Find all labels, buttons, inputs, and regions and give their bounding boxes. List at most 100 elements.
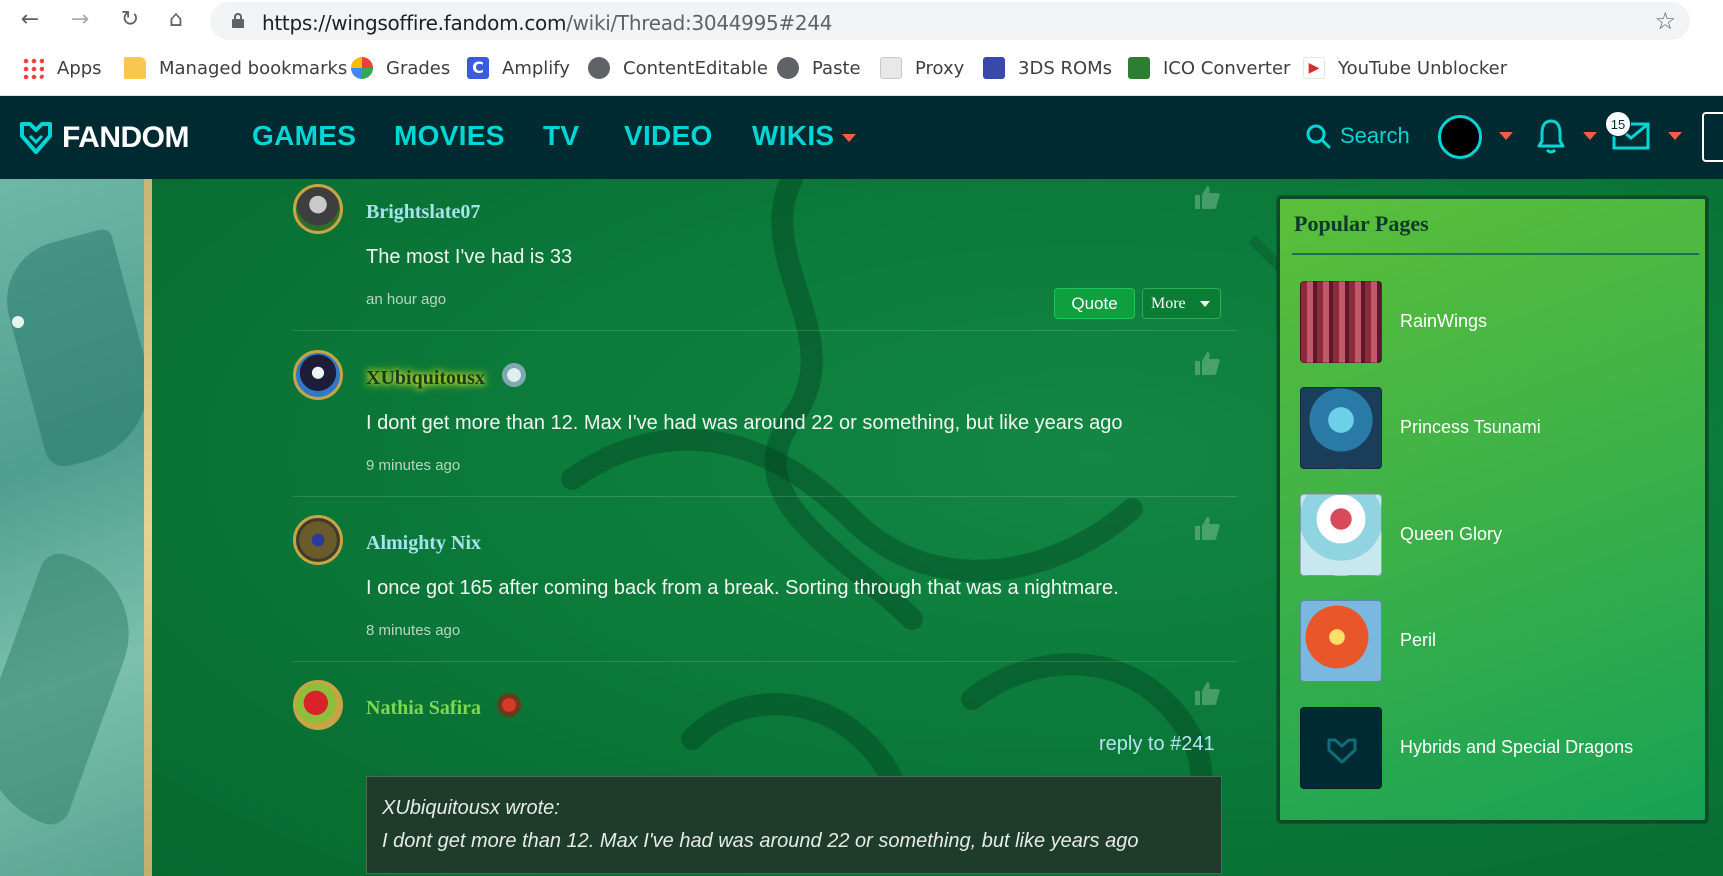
logo-text: FANDOM — [62, 121, 190, 154]
more-button[interactable]: More — [1142, 288, 1221, 319]
wiki-background-art — [0, 179, 167, 876]
page-thumbnail[interactable] — [1300, 494, 1382, 576]
url-text[interactable]: https://wingsoffire.fandom.com/wiki/Thre… — [262, 11, 833, 35]
browser-toolbar: ← → ↻ ⌂ https://wingsoffire.fandom.com/w… — [0, 0, 1723, 40]
create-button[interactable] — [1702, 112, 1723, 162]
thread-reply: Almighty Nix I once got 165 after coming… — [293, 515, 1237, 665]
quote-author: XUbiquitousx wrote: — [382, 797, 560, 819]
ico-converter-icon — [1128, 57, 1150, 79]
page-thumbnail[interactable] — [1300, 281, 1382, 363]
bookmark-proxy[interactable]: Proxy — [880, 54, 964, 82]
reply-author[interactable]: XUbiquitousx — [366, 367, 485, 390]
roms-icon — [983, 57, 1005, 79]
search-icon — [1306, 124, 1331, 149]
avatar[interactable] — [293, 184, 343, 234]
popular-page-item[interactable]: Hybrids and Special Dragons — [1300, 707, 1695, 791]
bookmark-youtube-unblocker[interactable]: ▶ YouTube Unblocker — [1303, 54, 1507, 82]
page-link[interactable]: Hybrids and Special Dragons — [1400, 737, 1633, 758]
popular-page-item[interactable]: Princess Tsunami — [1300, 387, 1695, 471]
reply-timestamp[interactable]: an hour ago — [366, 291, 446, 308]
bell-icon[interactable] — [1536, 117, 1566, 157]
chevron-down-icon — [842, 133, 857, 142]
bookmark-3ds-roms[interactable]: 3DS ROMs — [983, 54, 1112, 82]
fandom-global-nav: FANDOM GAMES MOVIES TV VIDEO WIKIS Searc… — [0, 96, 1723, 179]
proxy-icon — [880, 57, 902, 79]
popular-page-item[interactable]: RainWings — [1300, 281, 1695, 365]
bookmark-amplify[interactable]: C Amplify — [467, 54, 570, 82]
reload-button[interactable]: ↻ — [116, 6, 144, 34]
nav-tv[interactable]: TV — [543, 120, 579, 152]
popular-page-item[interactable]: Peril — [1300, 600, 1695, 684]
reply-timestamp[interactable]: 8 minutes ago — [366, 622, 460, 639]
nav-movies[interactable]: MOVIES — [394, 120, 505, 152]
reply-text: I dont get more than 12. Max I've had wa… — [366, 412, 1123, 434]
lock-icon — [232, 13, 244, 28]
nav-wikis-label: WIKIS — [752, 120, 835, 151]
thumbs-up-icon[interactable] — [1193, 515, 1221, 541]
bookmark-star-icon[interactable]: ☆ — [1654, 7, 1676, 35]
grades-icon — [351, 57, 373, 79]
messages-chevron-icon[interactable] — [1668, 132, 1682, 140]
page-thumbnail[interactable] — [1300, 387, 1382, 469]
fandom-heart-icon — [20, 122, 52, 154]
bookmark-label: ICO Converter — [1163, 57, 1291, 79]
avatar[interactable] — [293, 350, 343, 400]
user-avatar[interactable] — [1438, 115, 1482, 159]
page-link[interactable]: Peril — [1400, 630, 1436, 651]
quote-button[interactable]: Quote — [1054, 288, 1135, 319]
page-thumbnail[interactable] — [1300, 600, 1382, 682]
apps-grid-icon — [22, 57, 44, 79]
bookmark-contenteditable[interactable]: ContentEditable — [588, 54, 768, 82]
bookmark-label: 3DS ROMs — [1018, 57, 1113, 79]
reply-author[interactable]: Brightslate07 — [366, 201, 480, 224]
bookmark-paste[interactable]: Paste — [777, 54, 861, 82]
bookmark-label: Paste — [812, 57, 861, 79]
thumbs-up-icon[interactable] — [1193, 350, 1221, 376]
search-button[interactable]: Search — [1304, 122, 1410, 150]
bookmark-label: Proxy — [915, 57, 965, 79]
fandom-logo[interactable]: FANDOM — [16, 118, 190, 158]
bookmark-label: YouTube Unblocker — [1338, 57, 1508, 79]
avatar[interactable] — [293, 515, 343, 565]
page-link[interactable]: Queen Glory — [1400, 524, 1502, 545]
amplify-icon: C — [467, 57, 489, 79]
bookmark-managed[interactable]: Managed bookmarks — [124, 54, 347, 82]
reply-to-link[interactable]: reply to #241 — [1099, 733, 1215, 756]
thread-reply: Nathia Safira reply to #241 XUbiquitousx… — [293, 680, 1237, 876]
nav-video[interactable]: VIDEO — [624, 120, 713, 152]
address-bar[interactable]: https://wingsoffire.fandom.com/wiki/Thre… — [210, 2, 1690, 40]
thumbs-up-icon[interactable] — [1193, 680, 1221, 706]
divider — [293, 661, 1237, 662]
page-link[interactable]: Princess Tsunami — [1400, 417, 1541, 438]
popular-pages-module: Popular Pages RainWings Princess Tsunami… — [1277, 196, 1708, 823]
nav-wikis[interactable]: WIKIS — [752, 120, 857, 152]
back-button[interactable]: ← — [16, 6, 44, 34]
content-border — [144, 179, 152, 876]
reply-author[interactable]: Almighty Nix — [366, 532, 481, 555]
bookmark-label: Amplify — [502, 57, 570, 79]
page-thumbnail[interactable] — [1300, 707, 1382, 789]
bookmark-label: Managed bookmarks — [159, 57, 348, 79]
avatar[interactable] — [293, 680, 343, 730]
bookmark-apps[interactable]: Apps — [22, 54, 102, 82]
forward-button[interactable]: → — [66, 6, 94, 34]
bookmark-grades[interactable]: Grades — [351, 54, 450, 82]
youtube-icon: ▶ — [1303, 57, 1325, 79]
divider — [293, 496, 1237, 497]
popular-page-item[interactable]: Queen Glory — [1300, 494, 1695, 578]
globe-icon — [777, 57, 799, 79]
user-menu-chevron-icon[interactable] — [1499, 132, 1513, 140]
thread-reply: Brightslate07 The most I've had is 33 an… — [293, 184, 1237, 334]
nav-games[interactable]: GAMES — [252, 120, 356, 152]
page-link[interactable]: RainWings — [1400, 311, 1487, 332]
quote-text: I dont get more than 12. Max I've had wa… — [382, 830, 1139, 852]
bookmark-label: ContentEditable — [623, 57, 768, 79]
bookmark-ico-converter[interactable]: ICO Converter — [1128, 54, 1290, 82]
reply-author[interactable]: Nathia Safira — [366, 697, 481, 720]
reply-text: The most I've had is 33 — [366, 246, 573, 268]
notifications-chevron-icon[interactable] — [1583, 132, 1597, 140]
home-button[interactable]: ⌂ — [162, 6, 190, 34]
reply-timestamp[interactable]: 9 minutes ago — [366, 457, 460, 474]
chevron-down-icon — [1200, 301, 1210, 307]
thumbs-up-icon[interactable] — [1193, 184, 1221, 210]
